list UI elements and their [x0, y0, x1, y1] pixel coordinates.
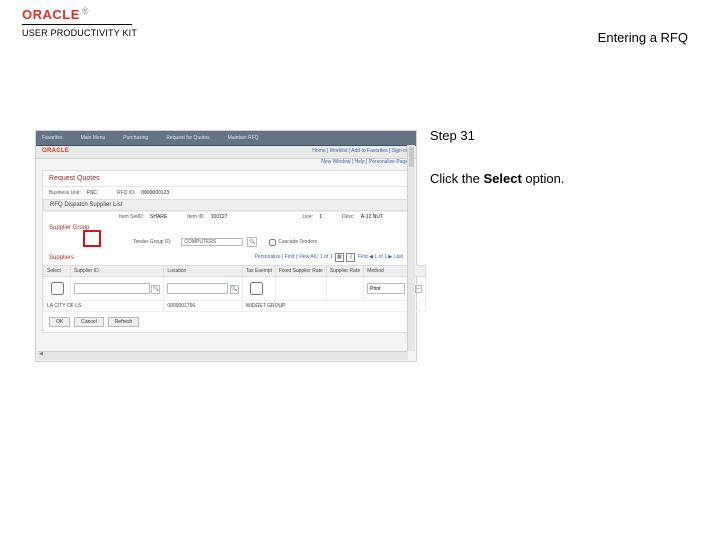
- rfq-value: 0000000123: [141, 190, 169, 196]
- menu-item[interactable]: Request for Quotes: [166, 135, 209, 141]
- scrollbar-horizontal[interactable]: ◀: [37, 351, 408, 360]
- oracle-logo: ORACLE®: [22, 6, 89, 24]
- tender-group-label: Tender Group ID:: [133, 239, 171, 245]
- row-del-icon[interactable]: −: [415, 285, 422, 293]
- app-menubar: Favorites Main Menu Purchasing Request f…: [36, 131, 416, 146]
- line-value: 1: [319, 214, 322, 220]
- bu-label: Business Unit:: [49, 190, 81, 196]
- menu-item[interactable]: Maintain RFQ: [228, 135, 259, 141]
- upk-label: USER PRODUCTIVITY KIT: [22, 28, 137, 38]
- desc-value: A-12 NUT: [361, 214, 383, 220]
- instruction-text: Click the Select option.: [430, 171, 690, 186]
- app-crumb-links[interactable]: New Window | Help | Personalize Page: [36, 159, 416, 168]
- itemid-value: 100127: [211, 214, 228, 220]
- bu-value: FSC: [87, 190, 97, 196]
- line-label: Line:: [302, 214, 313, 220]
- cascade-label: Cascade Tenders: [278, 239, 317, 245]
- step-number: Step 31: [430, 128, 690, 143]
- col-supplier: Supplier ID: [71, 266, 164, 277]
- col-location: Location: [164, 266, 242, 277]
- page-title: Entering a RFQ: [598, 30, 688, 45]
- itemid-label: Item ID:: [187, 214, 205, 220]
- cascade-checkbox[interactable]: [269, 239, 276, 246]
- col-select[interactable]: Select: [44, 266, 71, 277]
- refresh-button[interactable]: Refresh: [108, 317, 140, 327]
- logo-divider: [22, 24, 132, 25]
- menu-item[interactable]: Purchasing: [123, 135, 148, 141]
- lookup-id: 0000001756: [164, 301, 242, 312]
- app-screenshot: Favorites Main Menu Purchasing Request f…: [35, 130, 417, 362]
- download-icon[interactable]: ⇩: [346, 253, 355, 262]
- suppliers-nav[interactable]: First ◀ 1 of 1 ▶ Last: [358, 254, 403, 260]
- suppliers-heading: Suppliers: [49, 255, 74, 261]
- box-title: RFQ Dispatch Supplier List: [43, 199, 409, 211]
- app-brand: ORACLE: [42, 148, 69, 154]
- app-page-title: Request Quotes: [43, 171, 409, 187]
- col-rate: Supplier Rate: [326, 266, 363, 277]
- lookup-icon[interactable]: 🔍: [230, 285, 239, 294]
- lookup-icon[interactable]: 🔍: [247, 237, 257, 247]
- grid-icon[interactable]: ▦: [335, 253, 344, 262]
- supplier-id-input[interactable]: [74, 283, 150, 294]
- select-checkbox[interactable]: [51, 282, 64, 295]
- rfq-label: RFQ ID:: [117, 190, 135, 196]
- itemset-value: SHARE: [150, 214, 167, 220]
- col-taxexempt: Tax Exempt: [242, 266, 275, 277]
- ok-button[interactable]: OK: [49, 317, 70, 327]
- cancel-button[interactable]: Cancel: [74, 317, 104, 327]
- col-fixedrate: Fixed Supplier Rate: [275, 266, 326, 277]
- taxexempt-checkbox[interactable]: [250, 282, 263, 295]
- app-top-links[interactable]: Home | Worklist | Add to Favorites | Sig…: [312, 148, 410, 154]
- desc-label: Desc:: [342, 214, 355, 220]
- lookup-setid: LA CITY OF LS: [44, 301, 164, 312]
- suppliers-tools[interactable]: Personalize | Find | View All | 1 of 1: [254, 254, 332, 260]
- supplier-group-heading: Supplier Group: [43, 222, 409, 234]
- table-row: LA CITY OF LS 0000001756 WIDGET GROUP: [44, 301, 426, 312]
- menu-item[interactable]: Main Menu: [81, 135, 106, 141]
- method-select[interactable]: [367, 283, 405, 294]
- itemset-label: Item SetID:: [119, 214, 144, 220]
- col-method: Method: [364, 266, 426, 277]
- location-input[interactable]: [167, 283, 228, 294]
- lookup-name: WIDGET GROUP: [242, 301, 425, 312]
- table-row: 🔍 🔍 + −: [44, 277, 426, 301]
- lookup-icon[interactable]: 🔍: [151, 285, 160, 294]
- tender-group-field[interactable]: COMPUTERS: [181, 238, 243, 246]
- suppliers-grid: Select Supplier ID Location Tax Exempt F…: [43, 265, 426, 312]
- menu-item[interactable]: Favorites: [42, 135, 63, 141]
- scrollbar-vertical[interactable]: [407, 145, 415, 351]
